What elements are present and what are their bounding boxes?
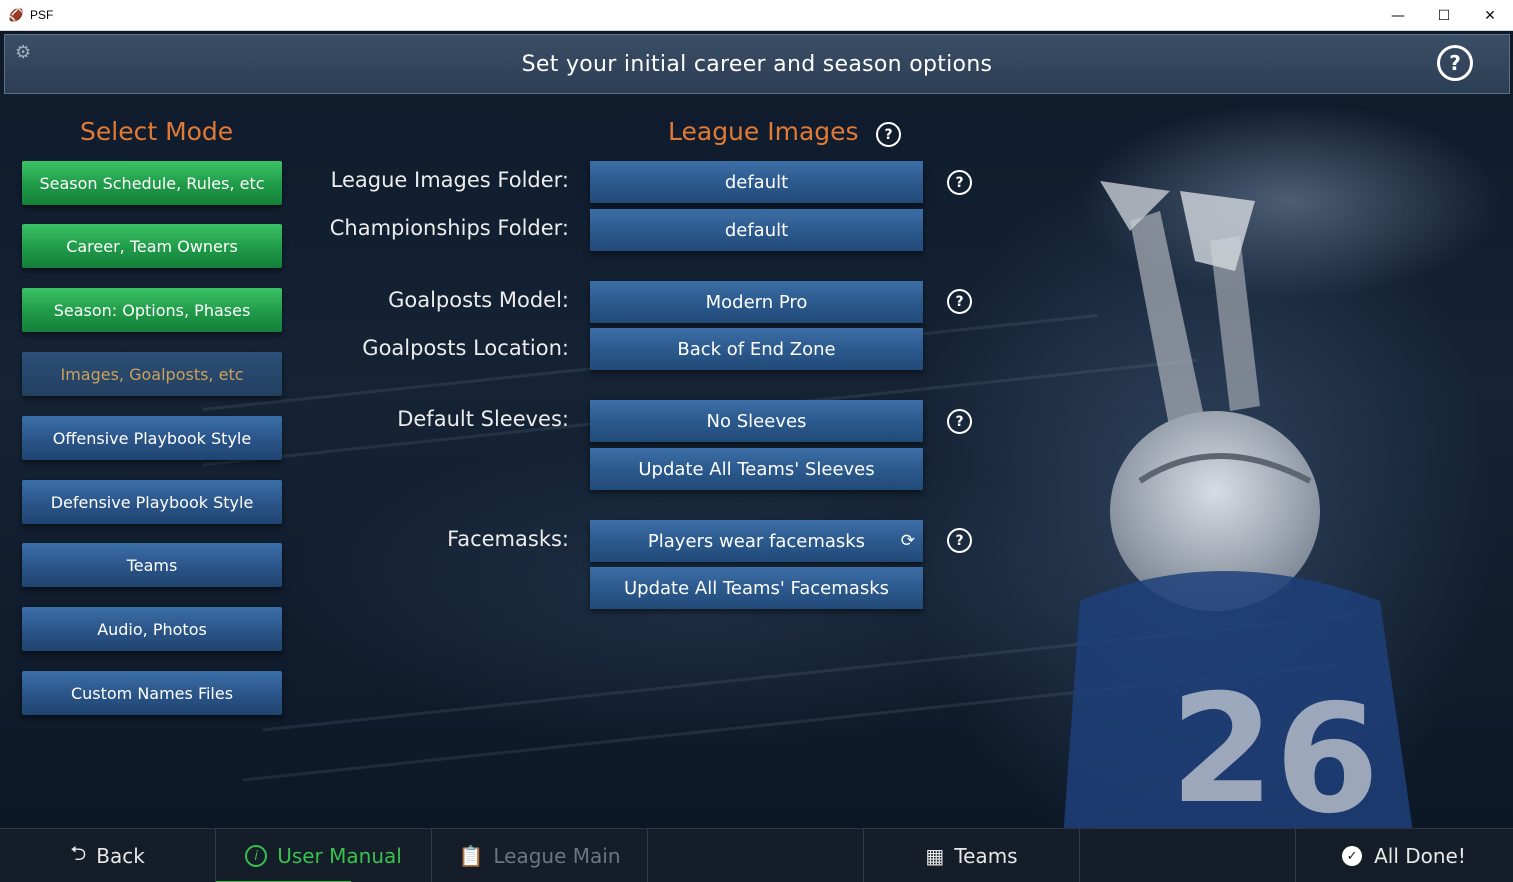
page-title: Set your initial career and season optio… [521,51,993,77]
user-manual-label: User Manual [277,844,402,868]
bottom-nav-bar: ⮌ Back i User Manual 📋 League Main ▦ Tea… [0,828,1513,882]
goalposts-location-label: Goalposts Location: [362,336,569,360]
mode-offensive-playbook-button[interactable]: Offensive Playbook Style [22,416,282,460]
all-done-button[interactable]: ✓ All Done! [1296,829,1512,882]
help-icon[interactable]: ? [1437,45,1473,81]
teams-button[interactable]: ▦ Teams [864,829,1080,882]
teams-icon: ▦ [925,844,945,868]
championships-folder-button[interactable]: default [590,209,923,251]
mode-season-schedule-button[interactable]: Season Schedule, Rules, etc [22,161,282,205]
page-header: ⚙ Set your initial career and season opt… [4,34,1510,94]
clipboard-icon: 📋 [458,844,484,868]
back-button[interactable]: ⮌ Back [0,829,216,882]
championships-folder-label: Championships Folder: [329,216,569,240]
maximize-button[interactable]: ☐ [1421,0,1467,31]
teams-label: Teams [954,844,1018,868]
bottom-spacer-1 [648,829,864,882]
window-controls: — ☐ ✕ [1375,0,1513,31]
mode-audio-photos-button[interactable]: Audio, Photos [22,607,282,651]
mode-images-button[interactable]: Images, Goalposts, etc [22,352,282,396]
back-label: Back [96,844,145,868]
svg-text:2: 2 [1170,663,1274,828]
facemasks-label: Facemasks: [447,527,569,551]
league-images-folder-label: League Images Folder: [330,168,569,192]
all-done-label: All Done! [1374,844,1466,868]
league-images-folder-button[interactable]: default [590,161,923,203]
window-title: PSF [30,8,54,22]
refresh-icon: ⟳ [900,531,915,551]
goalposts-help-icon[interactable]: ? [947,289,972,314]
league-images-folder-help-icon[interactable]: ? [947,170,972,195]
league-main-button[interactable]: 📋 League Main [432,829,648,882]
close-button[interactable]: ✕ [1467,0,1513,31]
facemasks-help-icon[interactable]: ? [947,528,972,553]
league-main-label: League Main [493,844,621,868]
user-manual-button[interactable]: i User Manual [216,829,432,882]
update-sleeves-button[interactable]: Update All Teams' Sleeves [590,448,923,490]
league-images-title: League Images [668,117,859,146]
facemasks-value: Players wear facemasks [647,530,866,552]
mode-defensive-playbook-button[interactable]: Defensive Playbook Style [22,480,282,524]
info-icon: i [245,845,268,867]
default-sleeves-button[interactable]: No Sleeves [590,400,923,442]
mode-teams-button[interactable]: Teams [22,543,282,587]
default-sleeves-label: Default Sleeves: [397,407,569,431]
goalposts-model-button[interactable]: Modern Pro [590,281,923,323]
back-arrow-icon: ⮌ [70,841,87,865]
goalposts-location-button[interactable]: Back of End Zone [590,328,923,370]
update-facemasks-button[interactable]: Update All Teams' Facemasks [590,567,923,609]
sleeves-help-icon[interactable]: ? [947,409,972,434]
mode-custom-names-button[interactable]: Custom Names Files [22,671,282,715]
football-player-image: 2 6 [1063,181,1413,828]
app-icon: 🏈 [8,8,24,22]
mode-season-options-button[interactable]: Season: Options, Phases [22,288,282,332]
window-titlebar: 🏈 PSF — ☐ ✕ [0,0,1513,31]
facemasks-toggle-button[interactable]: Players wear facemasks ⟳ [590,520,923,562]
minimize-button[interactable]: — [1375,0,1421,31]
svg-text:6: 6 [1275,673,1379,828]
bottom-spacer-2 [1080,829,1296,882]
checkmark-icon: ✓ [1342,846,1363,866]
league-images-help-icon[interactable]: ? [876,122,901,147]
goalposts-model-label: Goalposts Model: [388,288,569,312]
gear-icon[interactable]: ⚙ [15,43,35,63]
mode-career-button[interactable]: Career, Team Owners [22,224,282,268]
select-mode-title: Select Mode [80,117,234,146]
